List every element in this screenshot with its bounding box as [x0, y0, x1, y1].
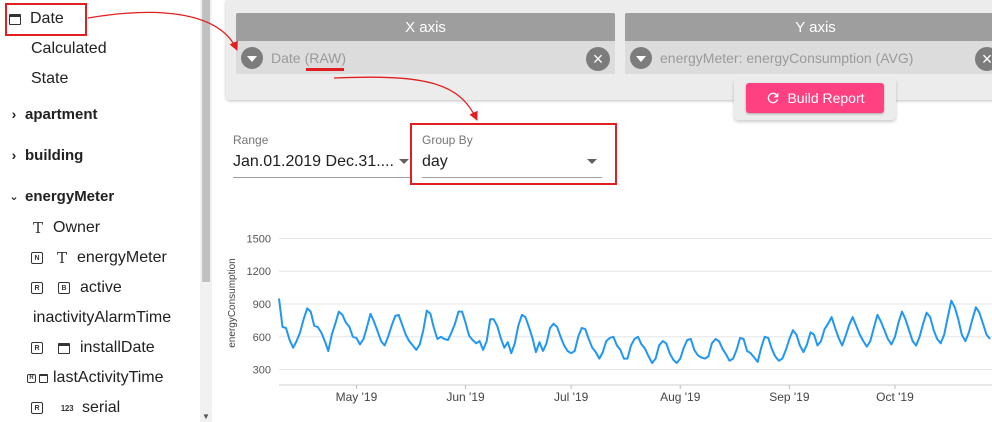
sidebar-scrollbar[interactable]: ▼ [200, 0, 212, 422]
sidebar-item-active[interactable]: R B active [31, 276, 122, 300]
scrollbar-thumb[interactable] [202, 0, 210, 282]
energy-consumption-line-chart: 300 600 900 1200 1500 May '19 Jun '19 Jul '19 A… [227, 233, 992, 404]
sidebar-item-label: inactivityAlarmTime [33, 309, 172, 326]
sidebar-group-label: building [25, 146, 84, 164]
badge-n-icon: N [31, 252, 43, 264]
sidebar-item-installdate[interactable]: R installDate [31, 336, 155, 360]
group-by-highlight-box [410, 123, 617, 185]
sidebar-item-label: installDate [80, 339, 155, 356]
sidebar-item-label: Calculated [31, 40, 107, 57]
sidebar-group-label: apartment [25, 105, 98, 123]
sidebar-item-label: State [31, 70, 69, 87]
range-value[interactable]: Jan.01.2019 Dec.31.... [233, 153, 394, 171]
x-axis-aggregation[interactable]: (RAW) [305, 50, 346, 66]
x-axis-field[interactable]: Date (RAW) × [236, 41, 615, 74]
sidebar-item-label: serial [82, 399, 121, 416]
y-axis-clear-icon[interactable]: × [975, 47, 992, 71]
sidebar-group-label: energyMeter [25, 187, 115, 205]
sidebar-item-label: lastActivityTime [53, 369, 164, 386]
x-tick-label: Jun '19 [446, 390, 485, 404]
chevron-down-icon: ⌄ [9, 190, 19, 203]
x-tick-label: Aug '19 [660, 390, 701, 404]
y-tick-label: 1500 [247, 233, 271, 245]
y-axis-header: Y axis [625, 13, 992, 41]
y-tick-label: 600 [253, 332, 271, 344]
calendar-icon [39, 373, 48, 383]
y-tick-label: 1200 [247, 266, 271, 278]
sidebar-item-energymeter-field[interactable]: N T energyMeter [31, 246, 167, 270]
series-line-energyconsumption [278, 298, 991, 364]
raw-underline-highlight [306, 68, 344, 71]
calendar-icon [58, 342, 70, 354]
badge-r-icon: R [31, 402, 43, 414]
badge-r-icon: R [27, 373, 36, 383]
sidebar-item-lastactivitytime[interactable]: R lastActivityTime [27, 366, 164, 390]
chevron-right-icon: › [11, 106, 17, 122]
x-axis-clear-icon[interactable]: × [586, 47, 610, 71]
text-type-icon: T [32, 219, 43, 237]
build-report-button[interactable]: Build Report [746, 83, 884, 113]
x-tick-label: Oct '19 [876, 390, 914, 404]
x-tick-label: May '19 [336, 390, 378, 404]
range-dropdown-arrow-icon[interactable] [399, 159, 409, 164]
sidebar-group-apartment[interactable]: › apartment [5, 102, 98, 126]
field-tree-sidebar: Date Calculated State › apartment › buil… [0, 0, 200, 422]
build-report-label: Build Report [787, 90, 865, 106]
text-type-icon: T [56, 249, 67, 267]
x-axis-header: X axis [236, 13, 615, 41]
sidebar-item-calculated[interactable]: Calculated [31, 37, 107, 61]
range-underline [233, 177, 411, 178]
chart-gridlines [279, 237, 992, 371]
sidebar-item-label: energyMeter [77, 249, 167, 266]
y-axis-label: energyConsumption [227, 258, 238, 348]
y-tick-label: 900 [253, 299, 271, 311]
y-axis-field-label: energyMeter: energyConsumption (AVG) [660, 49, 914, 66]
x-tick-label: Sep '19 [769, 390, 810, 404]
refresh-icon [768, 92, 779, 104]
number-type-icon: 123 [60, 403, 74, 413]
badge-r-icon: R [31, 282, 43, 294]
sidebar-item-label: active [80, 279, 122, 296]
y-tick-labels: 300 600 900 1200 1500 [247, 233, 271, 376]
y-tick-label: 300 [253, 365, 271, 377]
chevron-right-icon: › [11, 147, 17, 163]
x-axis-field-name: Date [271, 49, 301, 66]
y-axis-field[interactable]: energyMeter: energyConsumption (AVG) × [625, 41, 992, 74]
x-tick-labels: May '19 Jun '19 Jul '19 Aug '19 Sep '19 Oct '… [336, 385, 914, 404]
x-tick-label: Jul '19 [554, 390, 589, 404]
boolean-type-icon: B [58, 282, 70, 294]
sidebar-item-owner[interactable]: T Owner [31, 216, 100, 240]
y-axis-dropdown-icon[interactable] [630, 46, 652, 69]
sidebar-item-inactivityalarmtime[interactable]: inactivityAlarmTime [33, 306, 171, 330]
sidebar-item-label: Owner [53, 219, 101, 236]
sidebar-item-state[interactable]: State [31, 67, 68, 91]
x-axis-dropdown-icon[interactable] [241, 46, 263, 69]
sidebar-group-building[interactable]: › building [5, 143, 84, 167]
date-highlight-box [5, 3, 87, 36]
badge-r-icon: R [31, 342, 43, 354]
sidebar-item-serial[interactable]: R 123 serial [31, 396, 120, 420]
sidebar-group-energymeter[interactable]: ⌄ energyMeter [5, 184, 114, 208]
scroll-down-arrow-icon[interactable]: ▼ [200, 412, 212, 422]
range-label: Range [233, 133, 269, 147]
